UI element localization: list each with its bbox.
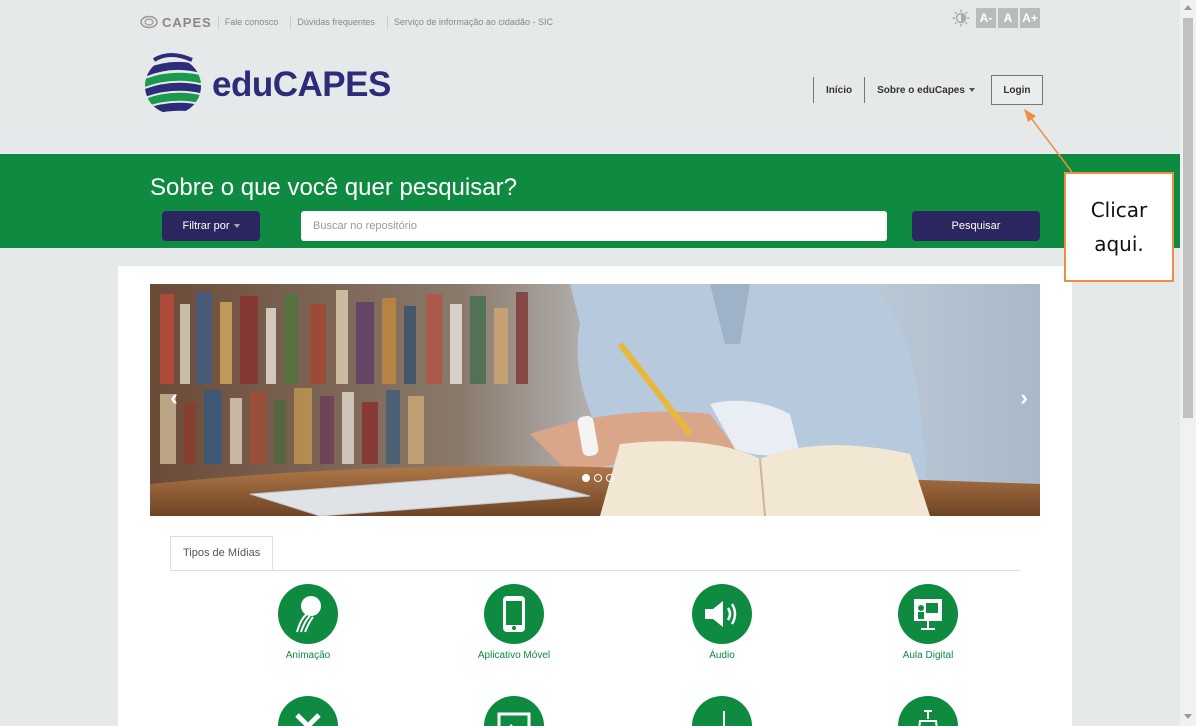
utility-bar: CAPES Fale conosco Dúvidas frequentes Se… bbox=[0, 0, 1180, 44]
scroll-thumb[interactable] bbox=[1183, 18, 1193, 418]
image-icon bbox=[484, 696, 544, 726]
login-button[interactable]: Login bbox=[990, 75, 1043, 105]
main-nav: Início Sobre o eduCapes Login bbox=[813, 75, 1043, 105]
media-label: Aplicativo Móvel bbox=[477, 650, 551, 661]
link-duvidas-frequentes[interactable]: Dúvidas frequentes bbox=[290, 15, 381, 29]
capes-logo[interactable]: CAPES bbox=[140, 15, 212, 30]
font-increase-button[interactable]: A+ bbox=[1020, 8, 1040, 28]
capes-emblem-icon bbox=[140, 15, 158, 29]
media-label: Animação bbox=[285, 650, 331, 661]
carousel-prev-icon[interactable]: ‹ bbox=[162, 385, 186, 410]
callout-line-1: Clicar bbox=[1090, 198, 1148, 222]
contrast-icon[interactable] bbox=[952, 9, 970, 27]
callout-box: Clicar aqui. bbox=[1064, 172, 1174, 282]
music-note-icon bbox=[692, 696, 752, 726]
search-section: Sobre o que você quer pesquisar? Filtrar… bbox=[0, 154, 1180, 248]
font-reset-button[interactable]: A bbox=[998, 8, 1018, 28]
nav-inicio[interactable]: Início bbox=[813, 77, 864, 103]
link-fale-conosco[interactable]: Fale conosco bbox=[217, 15, 285, 29]
media-item-row2-4[interactable] bbox=[858, 696, 998, 726]
search-heading: Sobre o que você quer pesquisar? bbox=[150, 174, 517, 201]
font-decrease-button[interactable]: A- bbox=[976, 8, 996, 28]
tab-tipos-de-midias[interactable]: Tipos de Mídias bbox=[170, 536, 274, 570]
media-item-audio[interactable]: Áudio bbox=[652, 584, 792, 661]
nav-sobre-educapes[interactable]: Sobre o eduCapes bbox=[864, 77, 987, 103]
content-card: ‹ › Tipos de Mídias Animação Aplicativo … bbox=[118, 266, 1072, 726]
experiment-icon bbox=[898, 696, 958, 726]
educapes-globe-icon bbox=[145, 53, 201, 114]
animation-icon bbox=[278, 584, 338, 644]
carousel-indicators bbox=[582, 474, 614, 482]
digital-class-icon bbox=[898, 584, 958, 644]
carousel-dot[interactable] bbox=[594, 474, 602, 482]
media-item-aula-digital[interactable]: Aula Digital bbox=[858, 584, 998, 661]
mobile-app-icon bbox=[484, 584, 544, 644]
hero-carousel[interactable]: ‹ › bbox=[150, 284, 1040, 516]
callout-arrow-icon bbox=[1024, 109, 1073, 173]
media-label: Aula Digital bbox=[902, 650, 954, 661]
chevron-down-icon bbox=[968, 88, 975, 92]
audio-icon bbox=[692, 584, 752, 644]
carousel-dot[interactable] bbox=[582, 474, 590, 482]
scroll-down-icon[interactable] bbox=[1184, 714, 1192, 719]
media-item-row2-1[interactable] bbox=[238, 696, 378, 726]
carousel-next-icon[interactable]: › bbox=[1012, 385, 1036, 410]
capes-logo-text: CAPES bbox=[162, 14, 212, 30]
link-sic[interactable]: Serviço de informação ao cidadão - SIC bbox=[386, 15, 559, 29]
vertical-scrollbar[interactable] bbox=[1180, 0, 1196, 726]
media-item-row2-2[interactable] bbox=[444, 696, 584, 726]
scroll-up-icon[interactable] bbox=[1184, 5, 1192, 10]
tools-icon bbox=[278, 696, 338, 726]
media-label: Áudio bbox=[709, 650, 735, 661]
brand-name: eduCAPES bbox=[212, 65, 391, 104]
search-input[interactable] bbox=[301, 211, 887, 241]
media-item-animacao[interactable]: Animação bbox=[238, 584, 378, 661]
carousel-dot[interactable] bbox=[606, 474, 614, 482]
callout-line-2: aqui. bbox=[1094, 232, 1144, 256]
chevron-down-icon bbox=[233, 224, 240, 228]
page: CAPES Fale conosco Dúvidas frequentes Se… bbox=[0, 0, 1180, 726]
educapes-logo[interactable]: eduCAPES bbox=[140, 52, 391, 118]
filter-dropdown-button[interactable]: Filtrar por bbox=[162, 211, 260, 241]
accessibility-tools: A- A A+ bbox=[952, 8, 1040, 28]
site-header: eduCAPES Início Sobre o eduCapes Login bbox=[0, 44, 1180, 154]
nav-sobre-label: Sobre o eduCapes bbox=[877, 84, 965, 96]
media-item-aplicativo-movel[interactable]: Aplicativo Móvel bbox=[444, 584, 584, 661]
search-button[interactable]: Pesquisar bbox=[912, 211, 1040, 241]
media-tabs: Tipos de Mídias bbox=[170, 536, 1020, 571]
media-item-row2-3[interactable] bbox=[652, 696, 792, 726]
filter-label: Filtrar por bbox=[182, 220, 230, 232]
